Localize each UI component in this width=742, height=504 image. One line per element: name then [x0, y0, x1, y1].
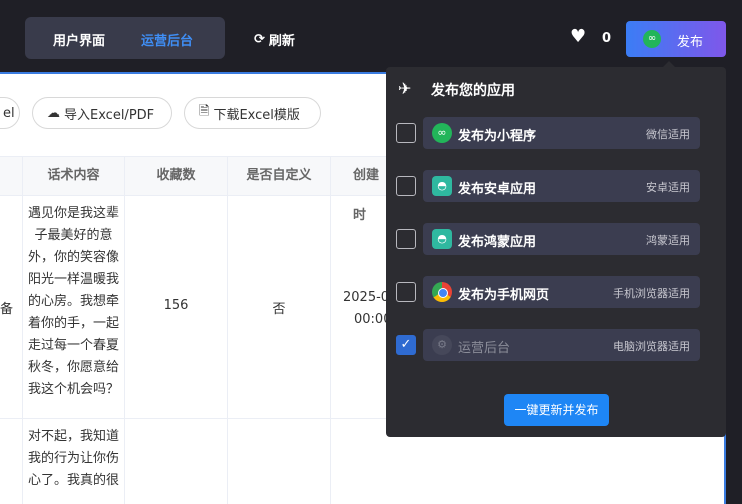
- paper-plane-icon: ✈: [398, 79, 412, 98]
- content-line: 外，你的笑容像: [27, 250, 119, 265]
- download-label: 下载Excel模版: [213, 107, 300, 123]
- table-row-content: 对不起，我知道 我的行为让你伤 心了。我真的很: [23, 426, 124, 492]
- column-header-created[interactable]: 创建时: [331, 156, 386, 223]
- content-line: 着你的手，一起: [27, 316, 119, 331]
- checkbox-mobile-web[interactable]: [396, 282, 416, 302]
- option-android[interactable]: ◓ 发布安卓应用 安卓适用: [423, 170, 700, 202]
- checkbox-android[interactable]: [396, 176, 416, 196]
- top-bar: 用户界面 运营后台 ⟳ 刷新 ♥ 0 ∞ 发布: [0, 0, 742, 72]
- android-icon: ◓: [432, 229, 452, 249]
- import-excel-pdf-button[interactable]: ☁ 导入Excel/PDF: [32, 97, 172, 129]
- refresh-label: 刷新: [268, 34, 295, 49]
- content-line: 对不起，我知道: [27, 429, 119, 444]
- column-header-favorites[interactable]: 收藏数: [125, 156, 227, 196]
- column-header-content[interactable]: 话术内容: [23, 156, 124, 196]
- tab-operations-admin[interactable]: 运营后台: [141, 30, 193, 49]
- cloud-upload-icon: ☁: [47, 105, 60, 121]
- table-row-content: 遇见你是我这辈 子最美好的意 外，你的笑容像 阳光一样温暖我 的心房。我想牵 着…: [23, 203, 124, 401]
- content-line: 心了。我真的很: [27, 473, 119, 488]
- option-mini-program[interactable]: ∞ 发布为小程序 微信适用: [423, 117, 700, 149]
- row-left-partial: 备: [0, 302, 14, 317]
- import-label: 导入Excel/PDF: [64, 107, 155, 123]
- heart-icon[interactable]: ♥: [570, 28, 586, 46]
- favorites-count: 156: [163, 298, 189, 313]
- option-tag: 鸿蒙适用: [646, 234, 690, 247]
- content-line: 秋冬，你愿意给: [27, 360, 119, 375]
- option-tag: 电脑浏览器适用: [613, 340, 690, 353]
- content-line: 我这个机会吗？: [27, 382, 119, 397]
- option-tag: 安卓适用: [646, 181, 690, 194]
- column-header-custom[interactable]: 是否自定义: [228, 156, 330, 196]
- option-name: 发布为小程序: [458, 129, 537, 144]
- like-count: 0: [602, 31, 612, 46]
- refresh-button[interactable]: ⟳ 刷新: [254, 30, 295, 49]
- gear-icon: ⚙: [432, 335, 452, 355]
- content-line: 阳光一样温暖我: [27, 272, 119, 287]
- refresh-icon: ⟳: [254, 32, 265, 47]
- publish-button[interactable]: ∞ 发布: [626, 21, 726, 57]
- chrome-icon: [432, 282, 452, 302]
- checkbox-harmony[interactable]: [396, 229, 416, 249]
- created-clock: 00:00: [354, 312, 392, 327]
- created-time: 2025-0 00:00: [343, 287, 391, 331]
- option-tag: 手机浏览器适用: [613, 287, 690, 300]
- option-mobile-web[interactable]: 发布为手机网页 手机浏览器适用: [423, 276, 700, 308]
- content-line: 的心房。我想牵: [27, 294, 119, 309]
- option-name: 发布为手机网页: [458, 288, 550, 303]
- custom-flag: 否: [272, 302, 286, 317]
- file-icon: 🗎: [199, 104, 210, 119]
- checkbox-mini-program[interactable]: [396, 123, 416, 143]
- column-divider: [330, 156, 331, 504]
- download-template-button[interactable]: 🗎 下载Excel模版: [184, 97, 321, 129]
- option-name: 运营后台: [458, 341, 511, 356]
- view-switcher: 用户界面 运营后台: [25, 17, 225, 59]
- content-line: 子最美好的意: [34, 228, 113, 243]
- wechat-mini-icon: ∞: [432, 123, 452, 143]
- created-date: 2025-0: [343, 290, 390, 305]
- update-and-publish-button[interactable]: 一键更新并发布: [504, 394, 609, 426]
- publish-label: 发布: [677, 35, 704, 50]
- content-line: 走过每一个春夏: [27, 338, 119, 353]
- option-name: 发布鸿蒙应用: [458, 235, 537, 250]
- checkbox-operations-admin[interactable]: ✓: [396, 335, 416, 355]
- column-divider: [227, 156, 228, 504]
- column-divider: [124, 156, 125, 504]
- publish-menu-title: 发布您的应用: [431, 83, 515, 99]
- wechat-mini-icon: ∞: [643, 30, 661, 48]
- export-label-partial: el: [3, 105, 15, 121]
- content-line: 我的行为让你伤: [27, 451, 119, 466]
- android-icon: ◓: [432, 176, 452, 196]
- option-tag: 微信适用: [646, 128, 690, 141]
- tab-user-interface[interactable]: 用户界面: [53, 30, 105, 49]
- option-harmony[interactable]: ◓ 发布鸿蒙应用 鸿蒙适用: [423, 223, 700, 255]
- content-line: 遇见你是我这辈: [27, 206, 119, 221]
- option-operations-admin: ⚙ 运营后台 电脑浏览器适用: [423, 329, 700, 361]
- option-name: 发布安卓应用: [458, 182, 537, 197]
